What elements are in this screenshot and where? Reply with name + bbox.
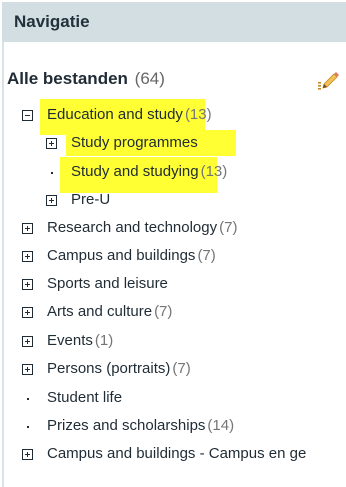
expand-toggle-icon[interactable] — [22, 363, 33, 375]
tree-item-label: Pre-U — [71, 191, 111, 208]
tree-item-sports-and-leisure[interactable]: Sports and leisure — [22, 273, 168, 295]
tree-item-label: Research and technology — [47, 219, 218, 236]
tree-item-label: Education and study — [47, 106, 183, 123]
expand-toggle-icon[interactable] — [46, 194, 57, 206]
tree-item-count: (1) — [94, 332, 114, 349]
leaf-bullet-icon — [22, 393, 33, 404]
tree-item-count: (13) — [200, 163, 228, 180]
tree-item-count: (7) — [219, 219, 238, 236]
tree-item-label: Sports and leisure — [47, 275, 168, 292]
tree-item-campus-and-buildings[interactable]: Campus and buildings (7) — [22, 245, 216, 267]
leaf-bullet-icon — [22, 421, 33, 432]
collapse-toggle-icon[interactable] — [22, 109, 33, 121]
expand-toggle-icon[interactable] — [22, 448, 33, 460]
tree-item-label: Study and studying — [71, 163, 199, 180]
tree-item-label: Campus and buildings — [47, 247, 196, 264]
tree-item-arts-and-culture[interactable]: Arts and culture (7) — [22, 301, 172, 323]
navigation-panel: Navigatie Alle bestanden (64) Education … — [0, 0, 346, 487]
root-folder-count: (64) — [134, 69, 165, 88]
tree-item-count: (7) — [197, 247, 216, 264]
tree-item-label: Prizes and scholarships — [47, 417, 206, 434]
expand-toggle-icon[interactable] — [22, 222, 33, 234]
tree-item-persons-portraits[interactable]: Persons (portraits) (7) — [22, 358, 191, 380]
tree-item-label: Persons (portraits) — [47, 360, 171, 377]
tree-item-events[interactable]: Events (1) — [22, 330, 113, 352]
expand-toggle-icon[interactable] — [22, 250, 33, 262]
tree-item-count: (13) — [184, 106, 212, 123]
expand-toggle-icon[interactable] — [46, 137, 57, 149]
panel-header: Navigatie — [2, 2, 346, 42]
expand-toggle-icon[interactable] — [22, 335, 33, 347]
tree-item-prizes-and-scholarships[interactable]: Prizes and scholarships (14) — [22, 415, 234, 437]
tree-item-research-and-technology[interactable]: Research and technology (7) — [22, 217, 237, 239]
tree-item-education-and-study[interactable]: Education and study (13) — [22, 104, 212, 126]
expand-toggle-icon[interactable] — [22, 278, 33, 290]
leaf-bullet-icon — [46, 167, 57, 178]
tree-item-campus-and-buildings-nl[interactable]: Campus and buildings - Campus en ge — [22, 443, 306, 465]
tree-item-count: (14) — [207, 417, 235, 434]
tree-item-label: Campus and buildings - Campus en ge — [47, 445, 307, 462]
tree-item-count: (7) — [172, 360, 191, 377]
pencil-edit-icon[interactable] — [318, 68, 340, 90]
tree-item-label: Events — [47, 332, 93, 349]
root-folder[interactable]: Alle bestanden (64) — [7, 68, 165, 90]
expand-toggle-icon[interactable] — [22, 306, 33, 318]
panel-border — [2, 42, 4, 487]
tree-item-label: Arts and culture — [47, 303, 153, 320]
tree-item-study-programmes[interactable]: Study programmes — [46, 132, 198, 154]
tree-item-label: Study programmes — [71, 134, 198, 151]
tree-item-study-and-studying[interactable]: Study and studying (13) — [46, 161, 227, 183]
root-folder-label: Alle bestanden — [7, 69, 128, 88]
tree-item-pre-u[interactable]: Pre-U — [46, 189, 110, 211]
tree-item-count: (7) — [154, 303, 173, 320]
tree-item-student-life[interactable]: Student life — [22, 387, 122, 409]
tree-item-label: Student life — [47, 389, 123, 406]
